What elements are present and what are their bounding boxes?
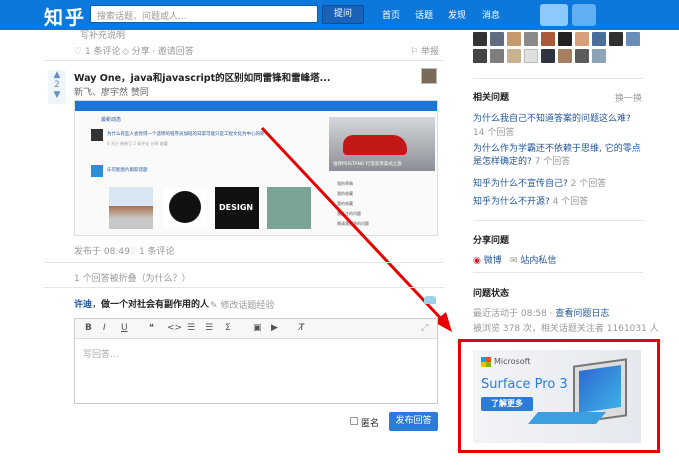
expand-icon[interactable]: ⤢: [421, 323, 428, 333]
submit-answer-button[interactable]: 发布回答: [389, 412, 438, 431]
view-log-link[interactable]: 查看问题日志: [555, 309, 609, 319]
bold-button[interactable]: B: [85, 323, 92, 333]
anonymous-checkbox[interactable]: [350, 417, 358, 425]
avatar[interactable]: [626, 32, 640, 46]
avatar[interactable]: [473, 49, 487, 63]
avatar[interactable]: [558, 49, 572, 63]
folded-answers-link[interactable]: 1 个回答被折叠（为什么？）: [74, 271, 191, 284]
avatar[interactable]: [524, 49, 538, 63]
related-questions-title: 相关问题: [473, 93, 510, 103]
ordered-list-button[interactable]: ☰: [187, 323, 195, 333]
avatar[interactable]: [575, 49, 589, 63]
avatar[interactable]: [541, 32, 555, 46]
related-question[interactable]: 为什么我自己不知道答案的问题这么难?: [473, 111, 631, 124]
answer-posted[interactable]: 发布于 08:49: [74, 244, 130, 257]
avatar[interactable]: [575, 32, 589, 46]
avatar[interactable]: [490, 32, 504, 46]
editor-placeholder: 写回答...: [83, 350, 119, 360]
edit-experience-link[interactable]: ✎ 修改话题经验: [210, 298, 274, 311]
refresh-link[interactable]: 换一换: [615, 91, 642, 104]
code-button[interactable]: <>: [167, 323, 182, 333]
avatar[interactable]: [541, 49, 555, 63]
italic-button[interactable]: I: [103, 323, 106, 333]
avatar[interactable]: [507, 32, 521, 46]
answer-editor[interactable]: B I U ❝ <> ☰ ☰ Σ ▣ ▶ T̸ ⤢ 写回答...: [74, 318, 438, 404]
formula-button[interactable]: Σ: [225, 323, 231, 333]
avatar[interactable]: [592, 49, 606, 63]
video-button[interactable]: ▶: [271, 323, 278, 333]
composer-avatar: [424, 296, 436, 304]
message-icon: ✉: [510, 256, 518, 266]
share-weibo-link[interactable]: ◉ 微博: [473, 253, 502, 266]
related-count: 14 个回答: [473, 128, 515, 138]
last-active: 最近活动于 08:58 · 查看问题日志: [473, 309, 610, 319]
share-message-link[interactable]: ✉ 站内私信: [510, 253, 556, 266]
avatar[interactable]: [592, 32, 606, 46]
composer-author: 许迪，做一个对社会有副作用的人: [74, 300, 210, 310]
ad-product: Surface Pro 3: [481, 377, 568, 392]
avatar[interactable]: [524, 32, 538, 46]
anonymous-label: 匿名: [361, 419, 380, 429]
status-stats: 被浏览 378 次，相关话题关注者 1161031 人: [473, 324, 659, 334]
related-question[interactable]: 知乎为什么不开源? 4 个回答: [473, 194, 588, 207]
avatar[interactable]: [507, 49, 521, 63]
unordered-list-button[interactable]: ☰: [205, 323, 213, 333]
ad-brand: Microsoft: [494, 357, 531, 366]
avatar[interactable]: [558, 32, 572, 46]
underline-button[interactable]: U: [121, 323, 128, 333]
keyboard-image: [527, 412, 607, 424]
clear-format-button[interactable]: T̸: [299, 323, 305, 333]
related-question[interactable]: 为什么作为学霸还不依赖于思维, 它的零点是怎样确定的? 7 个回答: [473, 143, 643, 169]
answer-comments-link[interactable]: ♡ 1 条评论: [128, 244, 175, 257]
share-title: 分享问题: [473, 236, 510, 246]
status-title: 问题状态: [473, 289, 510, 299]
surface-ad[interactable]: Microsoft Surface Pro 3 了解更多: [473, 350, 641, 443]
avatar[interactable]: [490, 49, 504, 63]
weibo-icon: ◉: [473, 256, 481, 266]
editor-toolbar: B I U ❝ <> ☰ ☰ Σ ▣ ▶ T̸ ⤢: [75, 319, 437, 339]
related-question[interactable]: 知乎为什么不宣传自己? 2 个回答: [473, 176, 606, 189]
learn-more-button[interactable]: 了解更多: [481, 397, 533, 411]
microsoft-logo-icon: [481, 357, 491, 367]
avatar[interactable]: [609, 32, 623, 46]
avatar[interactable]: [473, 32, 487, 46]
quote-button[interactable]: ❝: [149, 323, 154, 333]
image-button[interactable]: ▣: [253, 323, 262, 333]
